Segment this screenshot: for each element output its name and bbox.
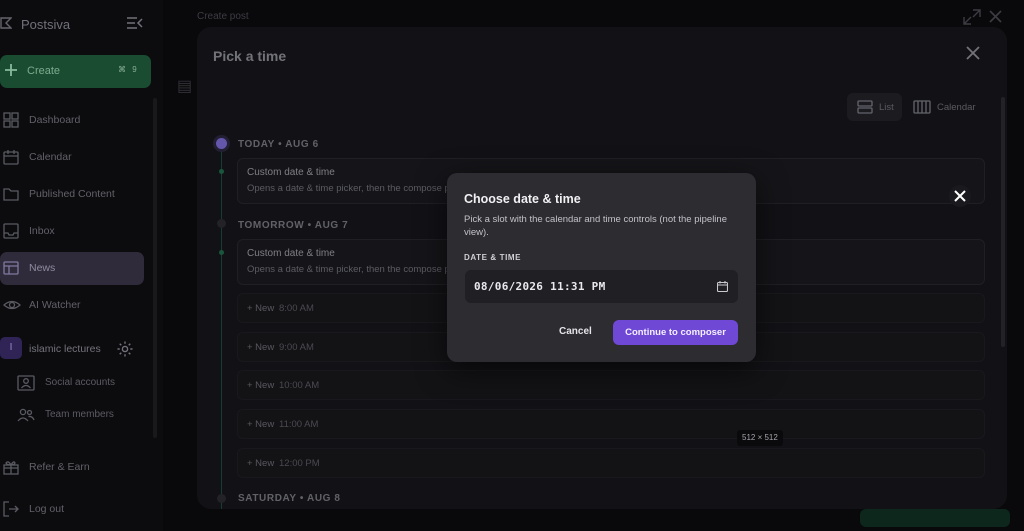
cancel-button[interactable]: Cancel xyxy=(559,326,592,337)
date-time-label: DATE & TIME xyxy=(464,253,522,262)
date-time-input[interactable]: 08/06/2026 11:31 PM xyxy=(465,270,738,303)
dialog-title: Choose date & time xyxy=(464,192,581,206)
date-time-value: 08/06/2026 11:31 PM xyxy=(474,280,606,293)
continue-to-composer-button[interactable]: Continue to composer xyxy=(613,320,738,345)
calendar-picker-icon[interactable] xyxy=(717,281,728,292)
close-overlay-icon[interactable] xyxy=(949,185,971,207)
choose-date-time-dialog: Choose date & time Pick a slot with the … xyxy=(447,173,756,362)
continue-label: Continue to composer xyxy=(625,327,726,338)
dialog-description: Pick a slot with the calendar and time c… xyxy=(464,214,727,238)
